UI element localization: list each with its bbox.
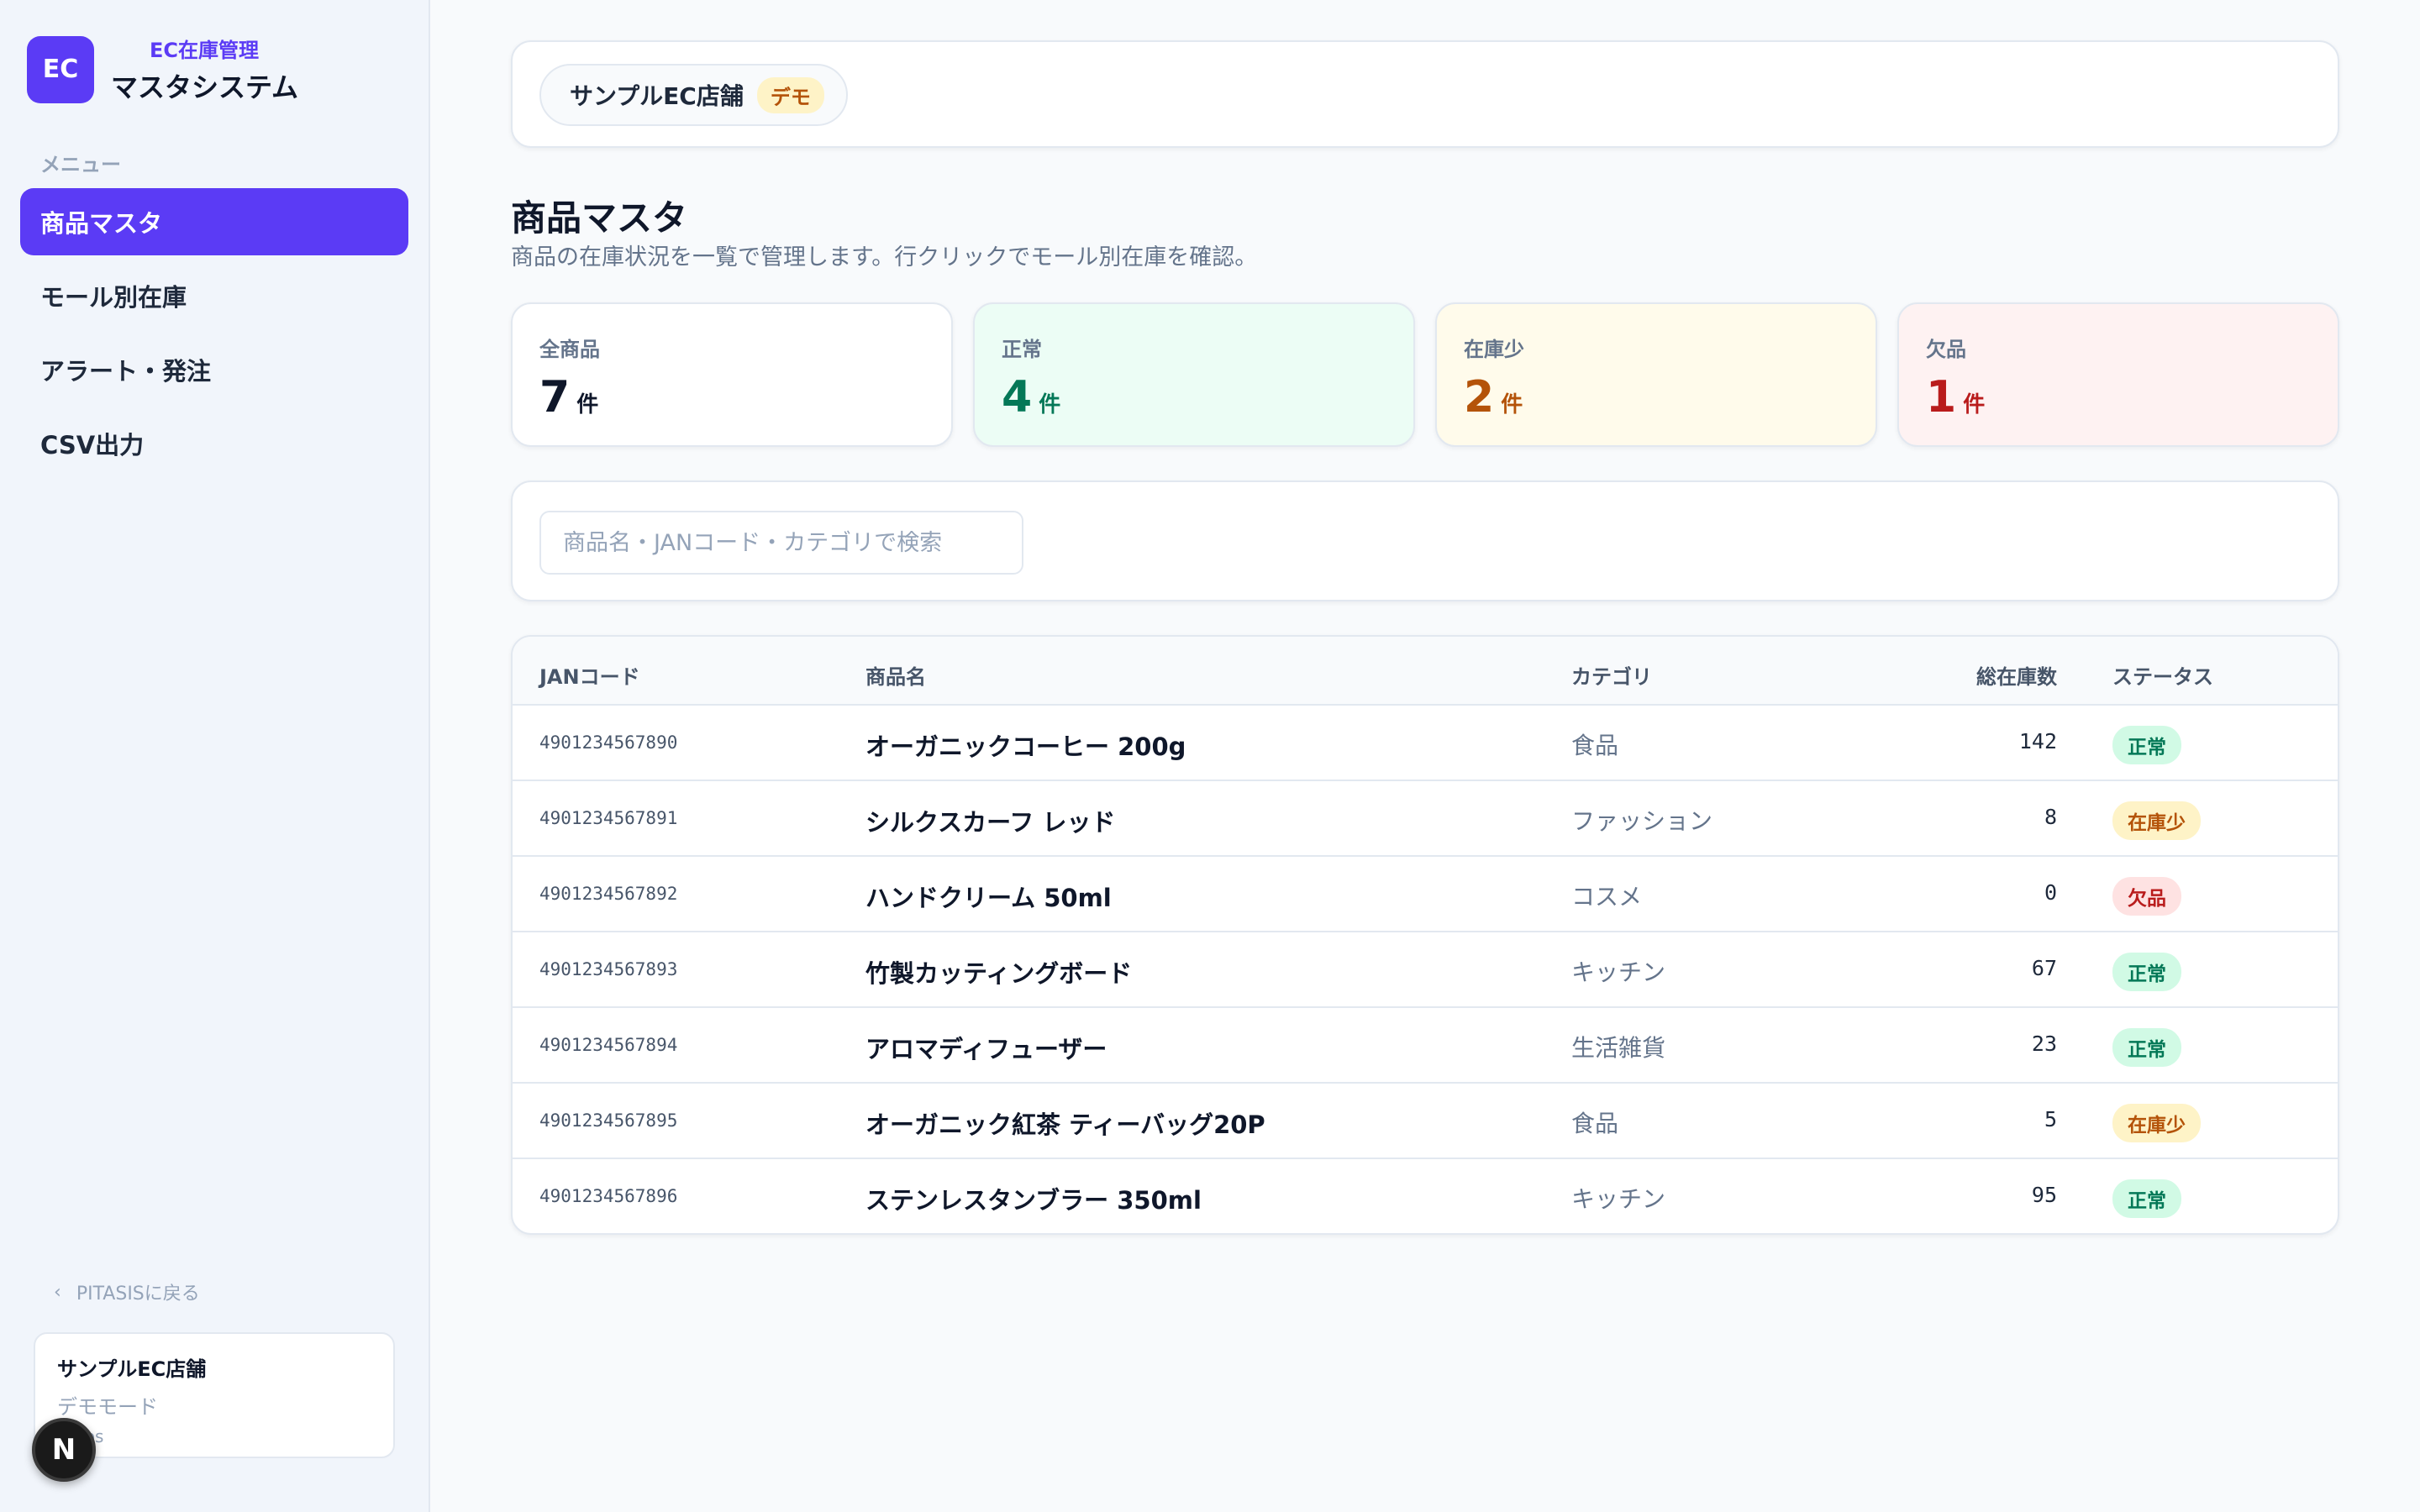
- sidebar-item-product-master[interactable]: 商品マスタ: [20, 188, 408, 255]
- status-badge: 在庫少: [2112, 801, 2201, 840]
- table-row[interactable]: 4901234567895 オーガニック紅茶 ティーバッグ20P 食品 5 在庫少: [513, 1084, 2338, 1159]
- sidebar: EC EC在庫管理 マスタシステム メニュー 商品マスタ モール別在庫 アラート…: [0, 0, 430, 1512]
- stat-label: 全商品: [539, 338, 600, 361]
- cell-jan: 4901234567894: [539, 1035, 678, 1055]
- table-row[interactable]: 4901234567891 シルクスカーフ レッド ファッション 8 在庫少: [513, 781, 2338, 857]
- status-badge: 欠品: [2112, 877, 2181, 916]
- cell-product-name: オーガニックコーヒー 200g: [865, 732, 1186, 761]
- stat-value-row: 4件: [1002, 372, 1386, 423]
- status-badge: 正常: [2112, 1028, 2181, 1067]
- cell-jan: 4901234567891: [539, 808, 678, 828]
- brand-subtitle: EC在庫管理: [150, 39, 260, 62]
- stat-unit: 件: [1039, 392, 1061, 417]
- stat-value: 7: [539, 372, 571, 423]
- brand[interactable]: EC EC在庫管理 マスタシステム: [27, 34, 298, 105]
- page-title: 商品マスタ: [511, 197, 688, 239]
- sidebar-item-mall-inventory[interactable]: モール別在庫: [20, 262, 408, 329]
- cell-jan: 4901234567896: [539, 1186, 678, 1206]
- store-selector[interactable]: サンプルEC店舗 デモ: [539, 64, 848, 126]
- cell-jan: 4901234567893: [539, 959, 678, 979]
- cell-category: 食品: [1571, 732, 1619, 759]
- cell-stock: 67: [2031, 956, 2057, 980]
- store-card-name: サンプルEC店舗: [57, 1357, 207, 1381]
- stat-value: 1: [1926, 372, 1957, 423]
- table-body: 4901234567890 オーガニックコーヒー 200g 食品 142 正常 49012…: [513, 706, 2338, 1233]
- back-link-label: PITASISに戻る: [76, 1284, 200, 1305]
- cell-category: 食品: [1571, 1110, 1619, 1137]
- table-row[interactable]: 4901234567893 竹製カッティングボード キッチン 67 正常: [513, 932, 2338, 1008]
- cell-category: ファッション: [1571, 807, 1713, 835]
- cell-category: キッチン: [1571, 1185, 1666, 1213]
- header-name[interactable]: 商品名: [865, 660, 926, 690]
- cell-product-name: シルクスカーフ レッド: [865, 808, 1116, 837]
- table-row[interactable]: 4901234567892 ハンドクリーム 50ml コスメ 0 欠品: [513, 857, 2338, 932]
- topbar: サンプルEC店舗 デモ: [511, 40, 2339, 148]
- stat-unit: 件: [1963, 392, 1986, 417]
- stat-unit: 件: [1501, 392, 1523, 417]
- table-row[interactable]: 4901234567890 オーガニックコーヒー 200g 食品 142 正常: [513, 706, 2338, 781]
- brand-title: マスタシステム: [111, 71, 299, 103]
- sidebar-nav: 商品マスタ モール別在庫 アラート・発注 CSV出力: [20, 188, 408, 484]
- cell-product-name: オーガニック紅茶 ティーバッグ20P: [865, 1110, 1265, 1139]
- store-selector-label: サンプルEC店舗: [570, 82, 744, 110]
- dev-badge-icon[interactable]: N: [32, 1418, 96, 1482]
- cell-jan: 4901234567895: [539, 1110, 678, 1131]
- stat-card-all: 全商品 7件: [511, 302, 953, 447]
- stat-label: 欠品: [1926, 338, 1966, 361]
- cell-category: コスメ: [1571, 883, 1643, 911]
- status-badge: 正常: [2112, 953, 2181, 991]
- search-card: [511, 480, 2339, 601]
- brand-text: EC在庫管理 マスタシステム: [111, 34, 298, 105]
- demo-badge: デモ: [756, 76, 824, 113]
- product-table: JANコード 商品名 カテゴリ 総在庫数 ステータス 4901234567890…: [511, 635, 2339, 1235]
- cell-stock: 0: [2044, 880, 2057, 905]
- stat-value-row: 7件: [539, 372, 924, 423]
- cell-jan: 4901234567890: [539, 732, 678, 753]
- cell-category: キッチン: [1571, 958, 1666, 986]
- table-row[interactable]: 4901234567896 ステンレスタンブラー 350ml キッチン 95 正常: [513, 1159, 2338, 1233]
- stat-value-row: 2件: [1464, 372, 1849, 423]
- header-category[interactable]: カテゴリ: [1571, 660, 1652, 690]
- cell-product-name: ステンレスタンブラー 350ml: [865, 1186, 1202, 1215]
- header-jan[interactable]: JANコード: [539, 660, 640, 690]
- cell-category: 生活雑貨: [1571, 1034, 1666, 1062]
- header-stock[interactable]: 総在庫数: [1976, 660, 2057, 690]
- page-description: 商品の在庫状況を一覧で管理します。行クリックでモール別在庫を確認。: [511, 244, 1258, 270]
- stat-label: 在庫少: [1464, 338, 1524, 361]
- sidebar-item-alerts-orders[interactable]: アラート・発注: [20, 336, 408, 403]
- brand-logo: EC: [27, 35, 94, 103]
- cell-product-name: ハンドクリーム 50ml: [865, 884, 1112, 912]
- stat-label: 正常: [1002, 338, 1042, 361]
- stat-value-row: 1件: [1926, 372, 2311, 423]
- cell-stock: 5: [2044, 1107, 2057, 1131]
- cell-stock: 95: [2031, 1183, 2057, 1207]
- stat-card-normal: 正常 4件: [973, 302, 1415, 447]
- search-input[interactable]: [539, 511, 1023, 575]
- status-badge: 正常: [2112, 1179, 2181, 1218]
- stat-value: 4: [1002, 372, 1033, 423]
- cell-product-name: 竹製カッティングボード: [865, 959, 1133, 988]
- cell-stock: 142: [2018, 729, 2057, 753]
- cell-stock: 8: [2044, 805, 2057, 829]
- status-badge: 在庫少: [2112, 1104, 2201, 1142]
- stat-card-out-of-stock: 欠品 1件: [1897, 302, 2339, 447]
- table-row[interactable]: 4901234567894 アロマディフューザー 生活雑貨 23 正常: [513, 1008, 2338, 1084]
- table-header: JANコード 商品名 カテゴリ 総在庫数 ステータス: [513, 637, 2338, 706]
- stat-unit: 件: [576, 392, 599, 417]
- cell-product-name: アロマディフューザー: [865, 1035, 1107, 1063]
- store-card-user: miros: [57, 1426, 371, 1446]
- stat-value: 2: [1464, 372, 1495, 423]
- back-link[interactable]: ‹ PITASISに戻る: [54, 1278, 200, 1305]
- chevron-left-icon: ‹: [54, 1281, 61, 1303]
- menu-label: メニュー: [40, 153, 121, 176]
- stats-row: 全商品 7件 正常 4件 在庫少 2件 欠品 1件: [511, 302, 2339, 447]
- header-status[interactable]: ステータス: [2112, 660, 2213, 690]
- stat-card-low-stock: 在庫少 2件: [1435, 302, 1877, 447]
- sidebar-item-csv-export[interactable]: CSV出力: [20, 410, 408, 477]
- cell-stock: 23: [2031, 1032, 2057, 1056]
- status-badge: 正常: [2112, 726, 2181, 764]
- cell-jan: 4901234567892: [539, 884, 678, 904]
- store-card-mode: デモモード: [57, 1395, 158, 1419]
